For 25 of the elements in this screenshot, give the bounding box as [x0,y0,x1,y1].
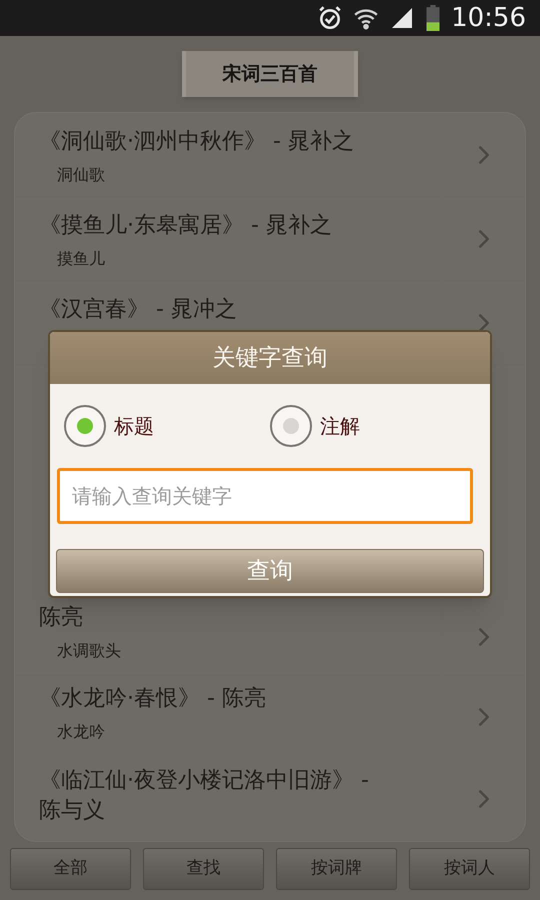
clock-time: 10:56 [451,5,526,31]
search-button[interactable]: 查询 [56,549,484,593]
filter-button[interactable]: 按词牌 [276,848,397,890]
poem-title: 《汉宫春》 - 晁冲之 [39,296,238,324]
poem-subtitle: 水龙吟 [56,721,106,743]
radio-option[interactable]: 注解 [270,405,476,447]
poem-title: 《洞仙歌·泗州中秋作》 - 晁补之 [39,128,355,156]
poem-title: 《水龙吟·春恨》 - 陈亮 [39,685,267,713]
radio-button[interactable] [64,405,106,447]
filter-button[interactable]: 全部 [10,848,131,890]
battery-icon [425,5,442,31]
filter-button[interactable]: 查找 [143,848,264,890]
keyword-input[interactable]: 请输入查询关键字 [57,468,473,524]
alarm-icon [317,5,344,31]
radio-button[interactable] [270,405,312,447]
dialog-title: 关键字查询 [212,344,328,373]
poem-title: 陈亮 [39,604,84,632]
radio-option[interactable]: 标题 [64,405,270,447]
poem-title: 《摸鱼儿·东皋寓居》 - 晁补之 [39,212,333,240]
filter-button[interactable]: 按词人 [409,848,530,890]
poem-subtitle: 水调歌头 [56,640,122,662]
poem-subtitle: 摸鱼儿 [56,248,106,270]
app-title: 宋词三百首 [222,62,318,87]
poem-subtitle: 洞仙歌 [56,164,106,186]
poem-title: 《临江仙·夜登小楼记洛中旧游》 - 陈与义 [39,767,370,825]
